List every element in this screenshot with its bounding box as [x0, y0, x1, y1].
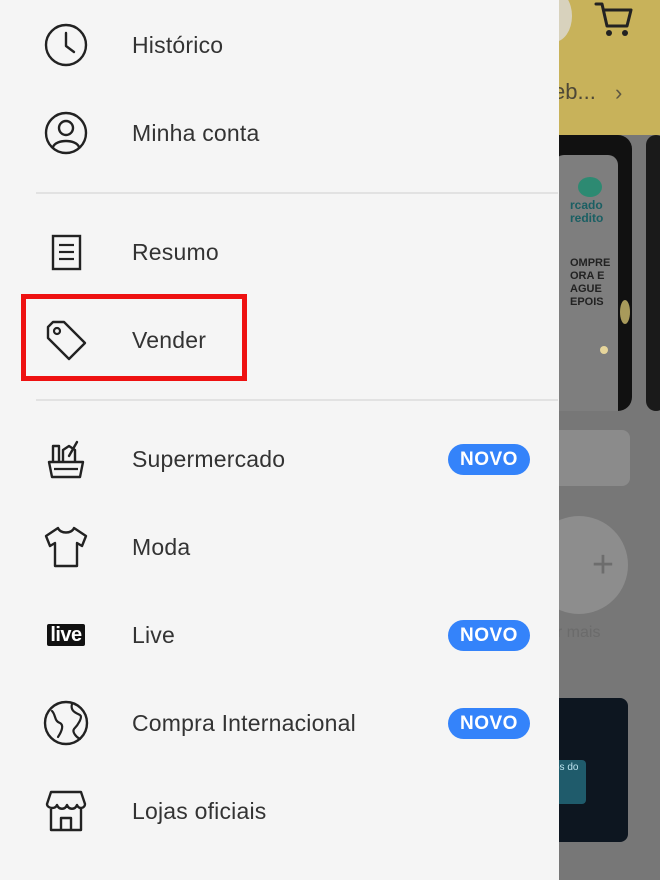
tag-icon [40, 314, 92, 366]
chevron-right-icon: › [615, 80, 623, 105]
live-icon: live [40, 609, 92, 661]
live-icon-label: live [47, 624, 85, 646]
banner-card: rcado redito OMPRE ORA E AGUE EPOIS [554, 155, 618, 411]
globe-icon [40, 697, 92, 749]
menu-item-label: Live [132, 622, 175, 648]
menu-item-live[interactable]: live Live NOVO [0, 592, 559, 678]
address-text: eb... [553, 79, 596, 104]
banner-promo: OMPRE ORA E AGUE EPOIS [570, 257, 611, 308]
menu-item-vender[interactable]: Vender [0, 297, 559, 383]
new-badge: NOVO [448, 620, 530, 651]
menu-item-label: Histórico [132, 32, 224, 58]
menu-item-label: Lojas oficiais [132, 798, 267, 824]
menu-item-moda[interactable]: Moda [0, 504, 559, 590]
store-icon [40, 785, 92, 837]
menu-item-label: Minha conta [132, 120, 260, 146]
banner-decoration [620, 300, 630, 324]
menu-divider [36, 192, 558, 194]
menu-item-label: Moda [132, 534, 191, 560]
menu-item-label: Resumo [132, 239, 219, 265]
plus-icon: + [591, 544, 615, 586]
menu-item-label: Vender [132, 327, 207, 353]
basket-icon [40, 433, 92, 485]
user-icon [40, 107, 92, 159]
side-drawer-menu: Histórico Minha conta Resumo Vender Supe… [0, 0, 559, 880]
menu-item-resumo[interactable]: Resumo [0, 209, 559, 295]
banner-logo-icon [578, 177, 602, 197]
menu-divider [36, 399, 558, 401]
document-icon [40, 226, 92, 278]
menu-item-supermercado[interactable]: Supermercado NOVO [0, 416, 559, 502]
banner-dot [600, 346, 608, 354]
background-banner-next [646, 135, 660, 411]
menu-item-historico[interactable]: Histórico [0, 2, 559, 88]
menu-item-minha-conta[interactable]: Minha conta [0, 90, 559, 176]
menu-item-compra-internacional[interactable]: Compra Internacional NOVO [0, 680, 559, 766]
shirt-icon [40, 521, 92, 573]
new-badge: NOVO [448, 444, 530, 475]
clock-icon [40, 19, 92, 71]
menu-item-lojas-oficiais[interactable]: Lojas oficiais [0, 768, 559, 854]
banner-brand: rcado redito [570, 198, 604, 225]
cart-icon [594, 0, 634, 38]
menu-item-label: Compra Internacional [132, 710, 356, 736]
menu-item-label: Supermercado [132, 446, 286, 472]
new-badge: NOVO [448, 708, 530, 739]
